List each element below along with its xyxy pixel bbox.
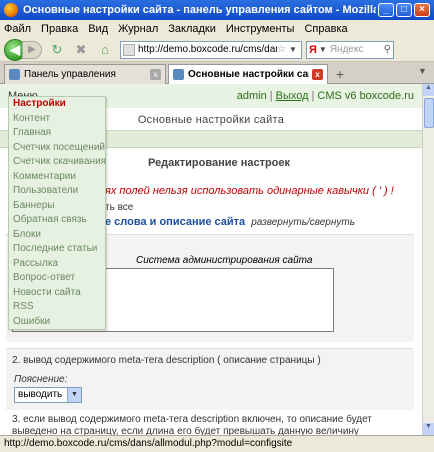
page-viewport: Меню admin|Выход|CMS v6 boxcode.ru Основ… xyxy=(0,84,422,435)
scroll-up-icon[interactable]: ▲ xyxy=(423,84,434,96)
menu-item-errors[interactable]: Ошибки xyxy=(9,315,105,330)
close-button[interactable]: × xyxy=(414,3,430,17)
logout-link[interactable]: Выход xyxy=(276,90,309,102)
search-engine-dropdown-icon[interactable]: ▼ xyxy=(319,45,327,54)
search-icon[interactable]: ⚲ xyxy=(384,44,391,55)
home-icon[interactable]: ⌂ xyxy=(96,41,114,59)
menu-item-visit-counter[interactable]: Счетчик посещений xyxy=(9,141,105,156)
field-caption: Система администрирования сайта xyxy=(136,255,313,266)
reload-icon[interactable]: ↻ xyxy=(48,41,66,59)
forward-button[interactable]: ▶ xyxy=(22,40,42,59)
menu-item-comments[interactable]: Комментарии xyxy=(9,170,105,185)
site-favicon-icon xyxy=(123,43,135,56)
menu-item-download-counter[interactable]: Счетчик скачивания xyxy=(9,155,106,170)
tab-label: Основные настройки сайта - па... xyxy=(188,69,309,80)
maximize-button[interactable]: □ xyxy=(396,3,412,17)
menu-item-content[interactable]: Контент xyxy=(9,112,105,127)
separator: | xyxy=(269,90,273,102)
setting-question-3: 3. если вывод содержимого meta-тега desc… xyxy=(12,414,372,435)
menu-item-users[interactable]: Пользователи xyxy=(9,184,105,199)
menu-item-settings[interactable]: Настройки xyxy=(9,97,105,112)
tab-control-panel[interactable]: Панель управления x xyxy=(4,64,166,84)
tab-close-icon[interactable]: x xyxy=(312,69,323,80)
menu-item-rss[interactable]: RSS xyxy=(9,300,105,315)
bookmark-star-icon[interactable]: ☆ xyxy=(277,44,289,55)
tab-list-icon[interactable]: ▼ xyxy=(418,66,430,82)
select-value: выводить xyxy=(18,389,63,400)
menu-view[interactable]: Вид xyxy=(88,23,108,35)
menu-item-site-news[interactable]: Новости сайта xyxy=(9,286,105,301)
status-bar: http://demo.boxcode.ru/cms/dans/allmodul… xyxy=(0,435,434,452)
section-title: Редактирование настроек xyxy=(148,157,291,169)
menu-history[interactable]: Журнал xyxy=(118,23,158,35)
vertical-scrollbar[interactable]: ▲ ▼ xyxy=(422,84,434,435)
user-links: admin | Выход | CMS v6 boxcode.ru xyxy=(237,90,414,102)
menu-edit[interactable]: Правка xyxy=(41,23,78,35)
chevron-down-icon[interactable]: ▼ xyxy=(67,388,81,402)
menu-item-banners[interactable]: Баннеры xyxy=(9,199,105,214)
tab-favicon-icon xyxy=(9,69,20,80)
window-title: Основные настройки сайта - панель управл… xyxy=(23,4,376,16)
user-link[interactable]: admin xyxy=(237,90,267,102)
minimize-button[interactable]: _ xyxy=(378,3,394,17)
url-dropdown-icon[interactable]: ▼ xyxy=(289,45,301,54)
tab-close-icon[interactable]: x xyxy=(150,69,161,80)
separator: | xyxy=(311,90,315,102)
menu-item-faq[interactable]: Вопрос-ответ xyxy=(9,271,105,286)
search-bar[interactable]: Я ▼ Яндекс ⚲ xyxy=(306,40,394,59)
url-bar[interactable]: http://demo.boxcode.ru/cms/dans/allmodul… xyxy=(120,40,302,59)
menu-item-blocks[interactable]: Блоки xyxy=(9,228,105,243)
tab-site-settings[interactable]: Основные настройки сайта - па... x xyxy=(168,64,328,84)
new-tab-icon[interactable]: + xyxy=(332,66,348,82)
admin-menu-dropdown: Настройки Контент Главная Счетчик посеще… xyxy=(8,96,106,330)
hint-label: Пояснение: xyxy=(14,374,68,385)
tab-favicon-icon xyxy=(173,69,184,80)
menu-item-mailing[interactable]: Рассылка xyxy=(9,257,105,272)
description-select[interactable]: выводить ▼ xyxy=(14,387,82,403)
group-toggle[interactable]: развернуть/свернуть xyxy=(251,217,355,228)
menu-item-latest-articles[interactable]: Последние статьи xyxy=(9,242,105,257)
setting-question: 2. вывод содержимого meta-тега descripti… xyxy=(12,355,321,366)
menu-tools[interactable]: Инструменты xyxy=(226,23,295,35)
scroll-thumb[interactable] xyxy=(424,98,434,128)
quote-warning: ях полей нельзя использовать одинарные к… xyxy=(105,185,394,197)
url-text[interactable]: http://demo.boxcode.ru/cms/dans/allmodul… xyxy=(138,44,277,55)
search-input[interactable]: Яндекс xyxy=(330,44,384,55)
stop-icon[interactable]: ✖ xyxy=(72,41,90,59)
cms-link[interactable]: CMS v6 boxcode.ru xyxy=(317,90,414,102)
tab-bar: Панель управления x Основные настройки с… xyxy=(0,62,434,84)
scroll-down-icon[interactable]: ▼ xyxy=(423,423,434,435)
tab-label: Панель управления xyxy=(24,69,116,80)
menu-file[interactable]: Файл xyxy=(4,23,31,35)
menu-help[interactable]: Справка xyxy=(304,23,347,35)
menu-item-feedback[interactable]: Обратная связь xyxy=(9,213,105,228)
expand-all-link[interactable]: ть все xyxy=(105,202,133,213)
search-engine-icon[interactable]: Я xyxy=(309,44,317,56)
menu-item-home[interactable]: Главная xyxy=(9,126,105,141)
setting-panel-2: 2. вывод содержимого meta-тега descripti… xyxy=(6,348,414,410)
menu-bookmarks[interactable]: Закладки xyxy=(168,23,216,35)
window-titlebar: Основные настройки сайта - панель управл… xyxy=(0,0,434,20)
firefox-icon xyxy=(4,3,18,17)
group-title[interactable]: е слова и описание сайта xyxy=(105,216,245,228)
settings-group-header: е слова и описание сайта развернуть/сверн… xyxy=(105,216,355,228)
navigation-toolbar: ◀ ▶ ↻ ✖ ⌂ http://demo.boxcode.ru/cms/dan… xyxy=(0,38,434,62)
menubar: Файл Правка Вид Журнал Закладки Инструме… xyxy=(0,20,434,38)
